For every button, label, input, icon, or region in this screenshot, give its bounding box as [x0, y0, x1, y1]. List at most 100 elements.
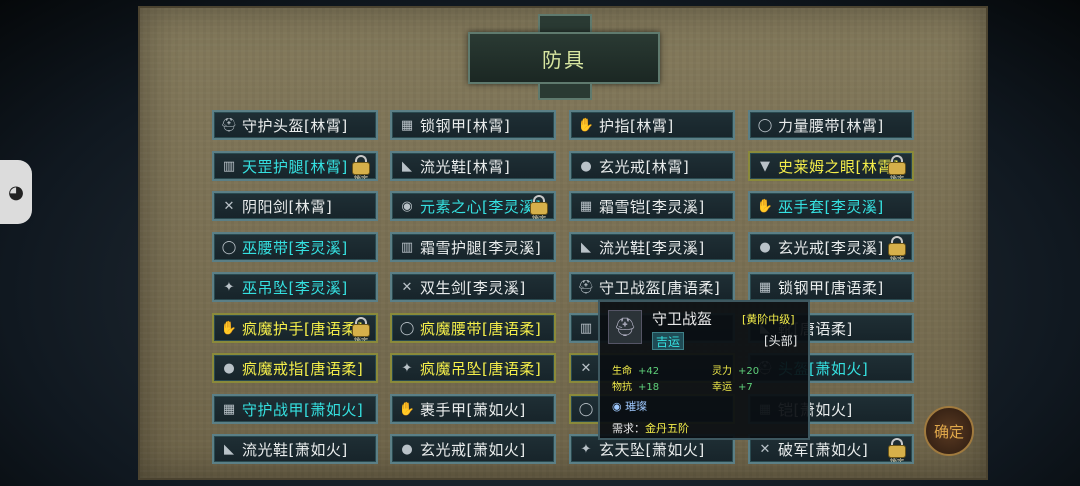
equipment-name: 玄光戒[萧如火] [420, 440, 526, 459]
tooltip-grade: [黄阶中级] [742, 313, 795, 326]
amulet-icon: ▼ [760, 158, 770, 174]
lock-icon: 锁定 [528, 194, 550, 221]
tooltip-requirement: 需求：金丹五阶 [612, 422, 689, 435]
equipment-name: 锁钢甲[唐语柔] [778, 278, 884, 297]
helmet-icon: ⛑ [220, 117, 238, 133]
equipment-name: 双生剑[李灵溪] [420, 278, 526, 297]
equipment-slot[interactable]: ✋ 护指[林霄] [569, 110, 735, 140]
equipment-name: 疯魔护手[唐语柔] [242, 319, 364, 338]
equipment-slot[interactable]: ● 玄光戒[萧如火] [390, 434, 556, 464]
equipment-name: 巫吊坠[李灵溪] [242, 278, 348, 297]
equipment-name: 守护头盔[林霄] [242, 116, 348, 135]
equipment-slot[interactable]: ⛑ 守卫战盔[唐语柔] [569, 272, 735, 302]
equipment-slot[interactable]: ◣ 流光鞋[李灵溪] [569, 232, 735, 262]
equipment-slot[interactable]: ▦ 守护战甲[萧如火] [212, 394, 378, 424]
equipment-name: 玄光戒[李灵溪] [778, 238, 884, 257]
equipment-name: 史莱姆之眼[林霄] [778, 157, 900, 176]
tooltip-skill: ◉ 璀璨 [612, 400, 648, 413]
equipment-name: 玄天坠[萧如火] [599, 440, 705, 459]
equipment-name: 护指[林霄] [599, 116, 674, 135]
leggings-icon: ▥ [400, 239, 414, 255]
equipment-slot[interactable]: ● 玄光戒[李灵溪] 锁定 [748, 232, 914, 262]
equipment-name: 破军[萧如火] [778, 440, 869, 459]
ring-icon: ● [401, 441, 413, 457]
leggings-icon: ▥ [222, 158, 236, 174]
boots-icon: ◣ [581, 239, 591, 255]
title-plate: 防具 [468, 32, 660, 84]
belt-icon: ◯ [757, 117, 773, 133]
tooltip-slot: [头部] [764, 334, 798, 348]
lock-label: 锁定 [354, 175, 368, 181]
equipment-name: 阴阳剑[林霄] [242, 197, 333, 216]
lock-label: 锁定 [890, 256, 904, 262]
equipment-slot[interactable]: ✕ 阴阳剑[林霄] [212, 191, 378, 221]
equipment-name: 流光鞋[李灵溪] [599, 238, 705, 257]
equipment-slot[interactable]: ▦ 锁钢甲[林霄] [390, 110, 556, 140]
boots-icon: ◣ [402, 158, 412, 174]
equipment-name: 疯魔吊坠[唐语柔] [420, 359, 542, 378]
armor-icon: ▦ [579, 198, 593, 214]
sword-icon: ✕ [759, 441, 771, 457]
item-tooltip: ⛑ 守卫战盔 [黄阶中级] 吉运 [头部] 生命 +42 灵力 +20 物抗 +18 … [598, 300, 810, 440]
sword-icon: ✕ [580, 360, 592, 376]
equipment-slot[interactable]: ◯ 疯魔腰带[唐语柔] [390, 313, 556, 343]
pendant-icon: ✦ [223, 279, 235, 295]
equipment-slot[interactable]: ● 疯魔戒指[唐语柔] [212, 353, 378, 383]
qq-sidebar-tab[interactable]: ◕ [0, 160, 32, 224]
equipment-name: 霜雪铠[李灵溪] [599, 197, 705, 216]
equipment-slot[interactable]: ▥ 霜雪护腿[李灵溪] [390, 232, 556, 262]
equipment-slot[interactable]: ▼ 史莱姆之眼[林霄] 锁定 [748, 151, 914, 181]
leggings-icon: ▥ [579, 320, 593, 336]
tooltip-stat: 物抗 +18 [612, 382, 660, 393]
equipment-slot[interactable]: ⛑ 守护头盔[林霄] [212, 110, 378, 140]
penguin-icon: ◕ [8, 181, 24, 203]
belt-icon: ◯ [221, 239, 237, 255]
equipment-slot[interactable]: ▦ 霜雪铠[李灵溪] [569, 191, 735, 221]
tooltip-stat: 幸运 +7 [712, 382, 753, 393]
belt-icon: ◯ [399, 320, 415, 336]
ring-icon: ● [223, 360, 235, 376]
title-ornament-bottom [538, 84, 592, 100]
equipment-slot[interactable]: ◯ 力量腰带[林霄] [748, 110, 914, 140]
equipment-slot[interactable]: ▥ 天罡护腿[林霄] 锁定 [212, 151, 378, 181]
finger-guard-icon: ✋ [577, 117, 595, 133]
lock-icon: 锁定 [350, 154, 372, 181]
equipment-slot[interactable]: ▦ 锁钢甲[唐语柔] [748, 272, 914, 302]
equipment-slot[interactable]: ✕ 双生剑[李灵溪] [390, 272, 556, 302]
equipment-slot[interactable]: ✦ 疯魔吊坠[唐语柔] [390, 353, 556, 383]
pendant-icon: ✦ [401, 360, 413, 376]
glove-icon: ✋ [756, 198, 774, 214]
equipment-slot[interactable]: ● 玄光戒[林霄] [569, 151, 735, 181]
pendant-icon: ✦ [580, 441, 592, 457]
equipment-name: 力量腰带[林霄] [778, 116, 884, 135]
equipment-name: 元素之心[李灵溪] [420, 197, 542, 216]
equipment-slot[interactable]: ✋ 巫手套[李灵溪] [748, 191, 914, 221]
panel-title: 防具 [542, 47, 586, 72]
equipment-slot[interactable]: ◣ 流光鞋[萧如火] [212, 434, 378, 464]
lock-label: 锁定 [890, 458, 904, 464]
lock-label: 锁定 [890, 175, 904, 181]
equipment-slot[interactable]: ✋ 裹手甲[萧如火] [390, 394, 556, 424]
tooltip-stat: 生命 +42 [612, 366, 660, 377]
equipment-name: 流光鞋[萧如火] [242, 440, 348, 459]
equipment-name: 玄光戒[林霄] [599, 157, 690, 176]
belt-icon: ◯ [578, 401, 594, 417]
equipment-name: 守卫战盔[唐语柔] [599, 278, 721, 297]
armor-icon: ▦ [400, 117, 414, 133]
lock-label: 锁定 [532, 215, 546, 221]
equipment-slot[interactable]: ◯ 巫腰带[李灵溪] [212, 232, 378, 262]
confirm-button[interactable]: 确定 [924, 406, 974, 456]
equipment-grid: ⛑ 守护头盔[林霄] ▦ 锁钢甲[林霄] ✋ 护指[林霄] ◯ 力量腰带[林霄] ▥ 天罡护腿[林… [212, 110, 916, 466]
lock-icon: 锁定 [350, 316, 372, 341]
equipment-name: 疯魔戒指[唐语柔] [242, 359, 364, 378]
equipment-slot[interactable]: ◉ 元素之心[李灵溪] 锁定 [390, 191, 556, 221]
sword-icon: ✕ [223, 198, 235, 214]
equipment-name: 天罡护腿[林霄] [242, 157, 348, 176]
equipment-slot[interactable]: ✋ 疯魔护手[唐语柔] 锁定 [212, 313, 378, 343]
helmet-icon: ⛑ [577, 279, 595, 295]
equipment-name: 锁钢甲[林霄] [420, 116, 511, 135]
equipment-slot[interactable]: ✦ 巫吊坠[李灵溪] [212, 272, 378, 302]
ring-icon: ● [580, 158, 592, 174]
glove-icon: ✋ [398, 401, 416, 417]
equipment-slot[interactable]: ◣ 流光鞋[林霄] [390, 151, 556, 181]
